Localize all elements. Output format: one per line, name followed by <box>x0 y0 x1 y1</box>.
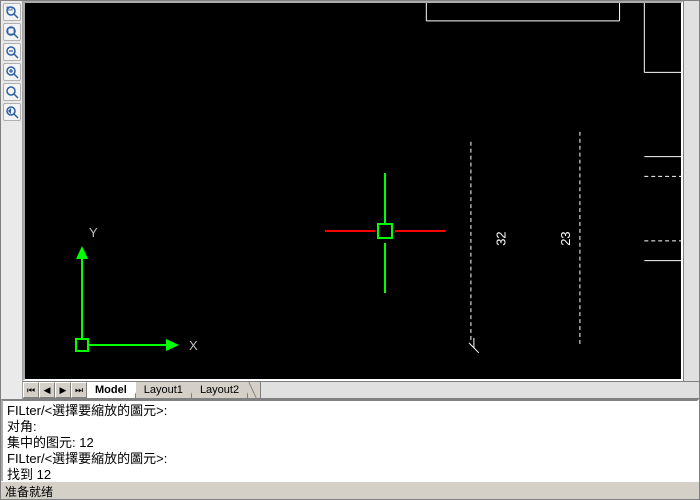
cmd-line: 对角: <box>7 419 693 435</box>
main-column: 32 23 X <box>23 1 699 399</box>
dim-23: 23 <box>558 231 573 245</box>
zoom-previous-button[interactable] <box>3 103 21 121</box>
zoom-in-button[interactable] <box>3 63 21 81</box>
tab-label: Layout1 <box>144 384 183 396</box>
zoom-realtime-button[interactable] <box>3 83 21 101</box>
tab-last-button[interactable]: ⏭ <box>71 382 87 398</box>
ucs-y-label: Y <box>89 225 98 240</box>
cmd-line: FILter/<選擇要縮放的圖元>: <box>7 451 693 467</box>
tab-model[interactable]: Model <box>87 382 136 398</box>
cmd-line: 集中的图元: 12 <box>7 435 693 451</box>
horizontal-scrollbar[interactable] <box>260 382 699 398</box>
tab-first-button[interactable]: ⏮ <box>23 382 39 398</box>
status-bar: 准备就绪 <box>1 481 699 499</box>
tab-layout1[interactable]: Layout1 <box>136 382 192 398</box>
ucs-x-label: X <box>189 338 198 353</box>
vertical-scrollbar[interactable] <box>683 1 699 381</box>
zoom-window-button[interactable] <box>3 3 21 21</box>
tab-next-button[interactable]: ▶ <box>55 382 71 398</box>
cmd-line: 找到 12 <box>7 467 693 481</box>
tab-label: Layout2 <box>200 384 239 396</box>
tab-prev-button[interactable]: ◀ <box>39 382 55 398</box>
layout-tabs-row: ⏮ ◀ ▶ ⏭ Model Layout1 Layout2 <box>23 381 699 399</box>
zoom-extents-button[interactable] <box>3 23 21 41</box>
tab-label: Model <box>95 384 127 396</box>
cmd-line: FILter/<選擇要縮放的圖元>: <box>7 403 693 419</box>
zoom-toolbar <box>1 1 23 399</box>
app-window: 32 23 X <box>0 0 700 500</box>
zoom-out-button[interactable] <box>3 43 21 61</box>
ucs-icon: X Y <box>71 219 211 359</box>
command-log[interactable]: FILter/<選擇要縮放的圖元>: 对角: 集中的图元: 12 FILter/… <box>1 399 699 481</box>
dim-32: 32 <box>494 231 509 245</box>
tab-nav-buttons: ⏮ ◀ ▶ ⏭ <box>23 382 87 398</box>
tab-layout2[interactable]: Layout2 <box>192 382 248 398</box>
status-text: 准备就绪 <box>5 485 53 499</box>
workspace: 32 23 X <box>1 1 699 399</box>
drawing-canvas[interactable]: 32 23 X <box>23 1 683 381</box>
